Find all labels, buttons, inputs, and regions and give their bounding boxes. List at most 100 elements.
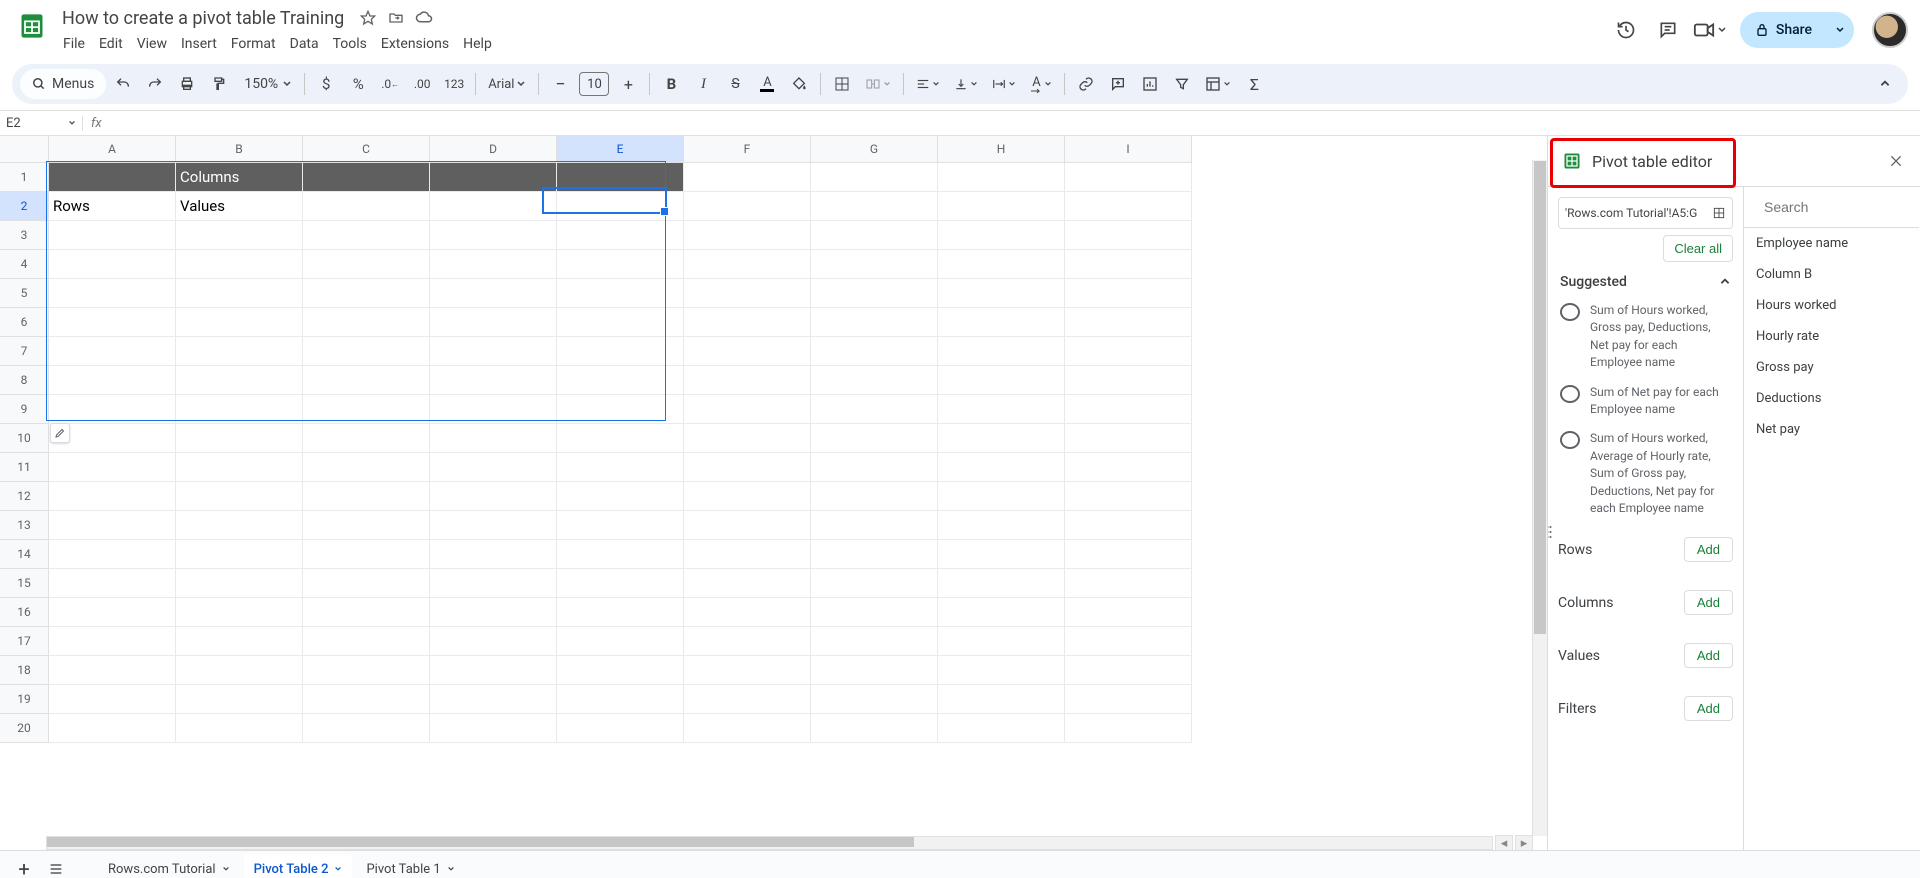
cell-C7[interactable] bbox=[303, 337, 430, 366]
cell-I16[interactable] bbox=[1065, 598, 1192, 627]
doc-title[interactable]: How to create a pivot table Training bbox=[56, 6, 350, 31]
cell-I19[interactable] bbox=[1065, 685, 1192, 714]
cell-C15[interactable] bbox=[303, 569, 430, 598]
cell-G19[interactable] bbox=[811, 685, 938, 714]
cell-A2[interactable]: Rows bbox=[49, 192, 176, 221]
column-header-B[interactable]: B bbox=[176, 136, 303, 163]
cell-E20[interactable] bbox=[557, 714, 684, 743]
cell-A19[interactable] bbox=[49, 685, 176, 714]
cell-D4[interactable] bbox=[430, 250, 557, 279]
cloud-saved-icon[interactable] bbox=[412, 6, 436, 30]
cell-H16[interactable] bbox=[938, 598, 1065, 627]
cell-B6[interactable] bbox=[176, 308, 303, 337]
cell-B20[interactable] bbox=[176, 714, 303, 743]
cell-I13[interactable] bbox=[1065, 511, 1192, 540]
cell-F2[interactable] bbox=[684, 192, 811, 221]
cell-E7[interactable] bbox=[557, 337, 684, 366]
cell-G16[interactable] bbox=[811, 598, 938, 627]
cell-G10[interactable] bbox=[811, 424, 938, 453]
cell-G2[interactable] bbox=[811, 192, 938, 221]
cell-B2[interactable]: Values bbox=[176, 192, 303, 221]
italic-button[interactable]: I bbox=[688, 69, 718, 99]
column-header-A[interactable]: A bbox=[49, 136, 176, 163]
cell-G8[interactable] bbox=[811, 366, 938, 395]
cell-F13[interactable] bbox=[684, 511, 811, 540]
cell-A7[interactable] bbox=[49, 337, 176, 366]
cell-F15[interactable] bbox=[684, 569, 811, 598]
rotate-text-button[interactable]: A bbox=[1024, 69, 1058, 99]
cell-D20[interactable] bbox=[430, 714, 557, 743]
filter-button[interactable] bbox=[1167, 69, 1197, 99]
cell-G1[interactable] bbox=[811, 163, 938, 192]
cell-A18[interactable] bbox=[49, 656, 176, 685]
cell-B5[interactable] bbox=[176, 279, 303, 308]
cell-A17[interactable] bbox=[49, 627, 176, 656]
row-header-11[interactable]: 11 bbox=[0, 453, 49, 482]
cell-A13[interactable] bbox=[49, 511, 176, 540]
cell-E13[interactable] bbox=[557, 511, 684, 540]
cell-C10[interactable] bbox=[303, 424, 430, 453]
cell-H19[interactable] bbox=[938, 685, 1065, 714]
insert-link-button[interactable] bbox=[1071, 69, 1101, 99]
radio-icon[interactable] bbox=[1560, 431, 1580, 449]
cell-H10[interactable] bbox=[938, 424, 1065, 453]
sheet-tab-menu-icon[interactable] bbox=[334, 865, 342, 873]
decrease-font-button[interactable]: − bbox=[545, 69, 575, 99]
insert-chart-button[interactable] bbox=[1135, 69, 1165, 99]
cell-I8[interactable] bbox=[1065, 366, 1192, 395]
increase-font-button[interactable]: + bbox=[613, 69, 643, 99]
add-values-button[interactable]: Add bbox=[1684, 643, 1733, 668]
field-net-pay[interactable]: Net pay bbox=[1744, 414, 1919, 445]
cell-E5[interactable] bbox=[557, 279, 684, 308]
cell-C16[interactable] bbox=[303, 598, 430, 627]
horizontal-scrollbar[interactable]: ◂ ▸ bbox=[46, 836, 1533, 850]
halign-button[interactable] bbox=[910, 69, 946, 99]
cell-D15[interactable] bbox=[430, 569, 557, 598]
meet-button[interactable] bbox=[1692, 12, 1728, 48]
row-header-2[interactable]: 2 bbox=[0, 192, 49, 221]
cell-B17[interactable] bbox=[176, 627, 303, 656]
cell-A11[interactable] bbox=[49, 453, 176, 482]
row-header-15[interactable]: 15 bbox=[0, 569, 49, 598]
cell-H3[interactable] bbox=[938, 221, 1065, 250]
row-header-20[interactable]: 20 bbox=[0, 714, 49, 743]
row-header-17[interactable]: 17 bbox=[0, 627, 49, 656]
row-header-10[interactable]: 10 bbox=[0, 424, 49, 453]
cell-B11[interactable] bbox=[176, 453, 303, 482]
cell-G18[interactable] bbox=[811, 656, 938, 685]
cell-C2[interactable] bbox=[303, 192, 430, 221]
add-columns-button[interactable]: Add bbox=[1684, 590, 1733, 615]
cell-C1[interactable] bbox=[303, 163, 430, 192]
cell-H15[interactable] bbox=[938, 569, 1065, 598]
cell-H9[interactable] bbox=[938, 395, 1065, 424]
paint-format-button[interactable] bbox=[204, 69, 234, 99]
cell-F20[interactable] bbox=[684, 714, 811, 743]
cell-F17[interactable] bbox=[684, 627, 811, 656]
cell-F5[interactable] bbox=[684, 279, 811, 308]
cell-C11[interactable] bbox=[303, 453, 430, 482]
cell-H8[interactable] bbox=[938, 366, 1065, 395]
borders-button[interactable] bbox=[827, 69, 857, 99]
cell-H2[interactable] bbox=[938, 192, 1065, 221]
cell-E8[interactable] bbox=[557, 366, 684, 395]
cell-D13[interactable] bbox=[430, 511, 557, 540]
row-header-14[interactable]: 14 bbox=[0, 540, 49, 569]
cell-G6[interactable] bbox=[811, 308, 938, 337]
field-hourly-rate[interactable]: Hourly rate bbox=[1744, 321, 1919, 352]
cell-G17[interactable] bbox=[811, 627, 938, 656]
cell-C19[interactable] bbox=[303, 685, 430, 714]
percent-button[interactable]: % bbox=[343, 69, 373, 99]
cell-G11[interactable] bbox=[811, 453, 938, 482]
cell-G14[interactable] bbox=[811, 540, 938, 569]
field-employee-name[interactable]: Employee name bbox=[1744, 228, 1919, 259]
cell-I17[interactable] bbox=[1065, 627, 1192, 656]
column-header-D[interactable]: D bbox=[430, 136, 557, 163]
sheet-tab-menu-icon[interactable] bbox=[222, 865, 230, 873]
row-header-6[interactable]: 6 bbox=[0, 308, 49, 337]
cell-C9[interactable] bbox=[303, 395, 430, 424]
row-header-7[interactable]: 7 bbox=[0, 337, 49, 366]
cell-A9[interactable] bbox=[49, 395, 176, 424]
cell-E15[interactable] bbox=[557, 569, 684, 598]
insert-comment-button[interactable] bbox=[1103, 69, 1133, 99]
row-header-1[interactable]: 1 bbox=[0, 163, 49, 192]
